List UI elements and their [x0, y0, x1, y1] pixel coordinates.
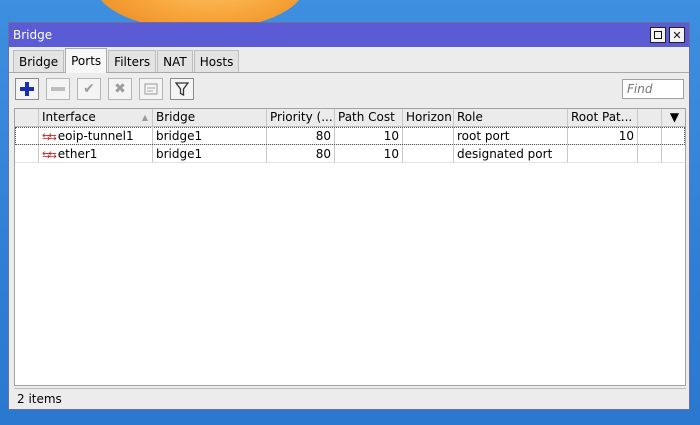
column-menu-button[interactable]: ▼	[662, 109, 687, 126]
column-priority[interactable]: Priority (...	[267, 109, 335, 126]
row-bridge: bridge1	[153, 127, 267, 144]
row-interface: ⇆⇆ ether1	[39, 145, 153, 162]
table-row[interactable]: ⇆⇆ ether1 bridge1 80 10 designated port	[15, 145, 685, 163]
row-horizon	[403, 127, 454, 144]
add-button[interactable]	[15, 78, 39, 100]
column-root-path-cost[interactable]: Root Pat...	[568, 109, 638, 126]
enable-button[interactable]: ✔	[77, 78, 101, 100]
tab-hosts[interactable]: Hosts	[193, 50, 240, 72]
tab-bridge[interactable]: Bridge	[13, 50, 65, 72]
row-marker	[15, 127, 39, 144]
column-marker[interactable]	[15, 109, 39, 126]
row-marker	[15, 145, 39, 162]
row-priority: 80	[267, 127, 335, 144]
column-horizon[interactable]: Horizon	[403, 109, 454, 126]
row-end	[662, 127, 687, 144]
remove-button[interactable]	[46, 78, 70, 100]
comment-button[interactable]	[139, 78, 163, 100]
row-role: root port	[454, 127, 568, 144]
check-icon: ✔	[83, 81, 95, 97]
column-spacer	[638, 109, 662, 126]
bridge-window: Bridge ✕ Bridge Ports Filters NAT Hosts …	[8, 22, 690, 410]
row-interface: ⇆⇆ eoip-tunnel1	[39, 127, 153, 144]
maximize-icon	[654, 31, 662, 39]
window-title: Bridge	[13, 28, 53, 42]
find-input[interactable]	[622, 79, 684, 99]
row-root-path-cost	[568, 145, 638, 162]
table-header: Interface ▲ Bridge Priority (... Path Cos…	[15, 109, 685, 127]
row-spacer	[638, 127, 662, 144]
sort-ascending-icon: ▲	[141, 113, 148, 122]
column-bridge[interactable]: Bridge	[153, 109, 267, 126]
tab-bar: Bridge Ports Filters NAT Hosts	[9, 47, 689, 73]
comment-icon	[144, 83, 158, 95]
status-bar: 2 items	[14, 388, 686, 408]
row-root-path-cost: 10	[568, 127, 638, 144]
row-horizon	[403, 145, 454, 162]
row-spacer	[638, 145, 662, 162]
filter-button[interactable]	[170, 78, 194, 100]
plus-icon	[20, 82, 34, 96]
item-count: 2 items	[17, 392, 62, 406]
column-path-cost[interactable]: Path Cost	[335, 109, 403, 126]
maximize-button[interactable]	[650, 27, 666, 43]
tab-filters[interactable]: Filters	[108, 50, 157, 72]
interface-icon: ⇆⇆	[42, 132, 57, 143]
toolbar: ✔ ✖	[9, 73, 689, 105]
row-end	[662, 145, 687, 162]
filter-icon	[175, 82, 189, 96]
close-button[interactable]: ✕	[669, 27, 685, 43]
tab-ports[interactable]: Ports	[65, 48, 108, 73]
ports-table: Interface ▲ Bridge Priority (... Path Cos…	[14, 108, 686, 386]
tab-nat[interactable]: NAT	[157, 50, 193, 72]
close-icon: ✕	[672, 28, 682, 42]
column-interface[interactable]: Interface ▲	[39, 109, 153, 126]
dropdown-arrow-icon: ▼	[669, 110, 680, 124]
row-bridge: bridge1	[153, 145, 267, 162]
window-titlebar[interactable]: Bridge ✕	[9, 23, 689, 47]
table-row[interactable]: ⇆⇆ eoip-tunnel1 bridge1 80 10 root port 1…	[15, 127, 685, 145]
row-path-cost: 10	[335, 145, 403, 162]
minus-icon	[51, 87, 65, 91]
cross-icon: ✖	[114, 81, 126, 97]
row-path-cost: 10	[335, 127, 403, 144]
interface-icon: ⇆⇆	[42, 150, 57, 161]
row-priority: 80	[267, 145, 335, 162]
row-role: designated port	[454, 145, 568, 162]
column-role[interactable]: Role	[454, 109, 568, 126]
disable-button[interactable]: ✖	[108, 78, 132, 100]
